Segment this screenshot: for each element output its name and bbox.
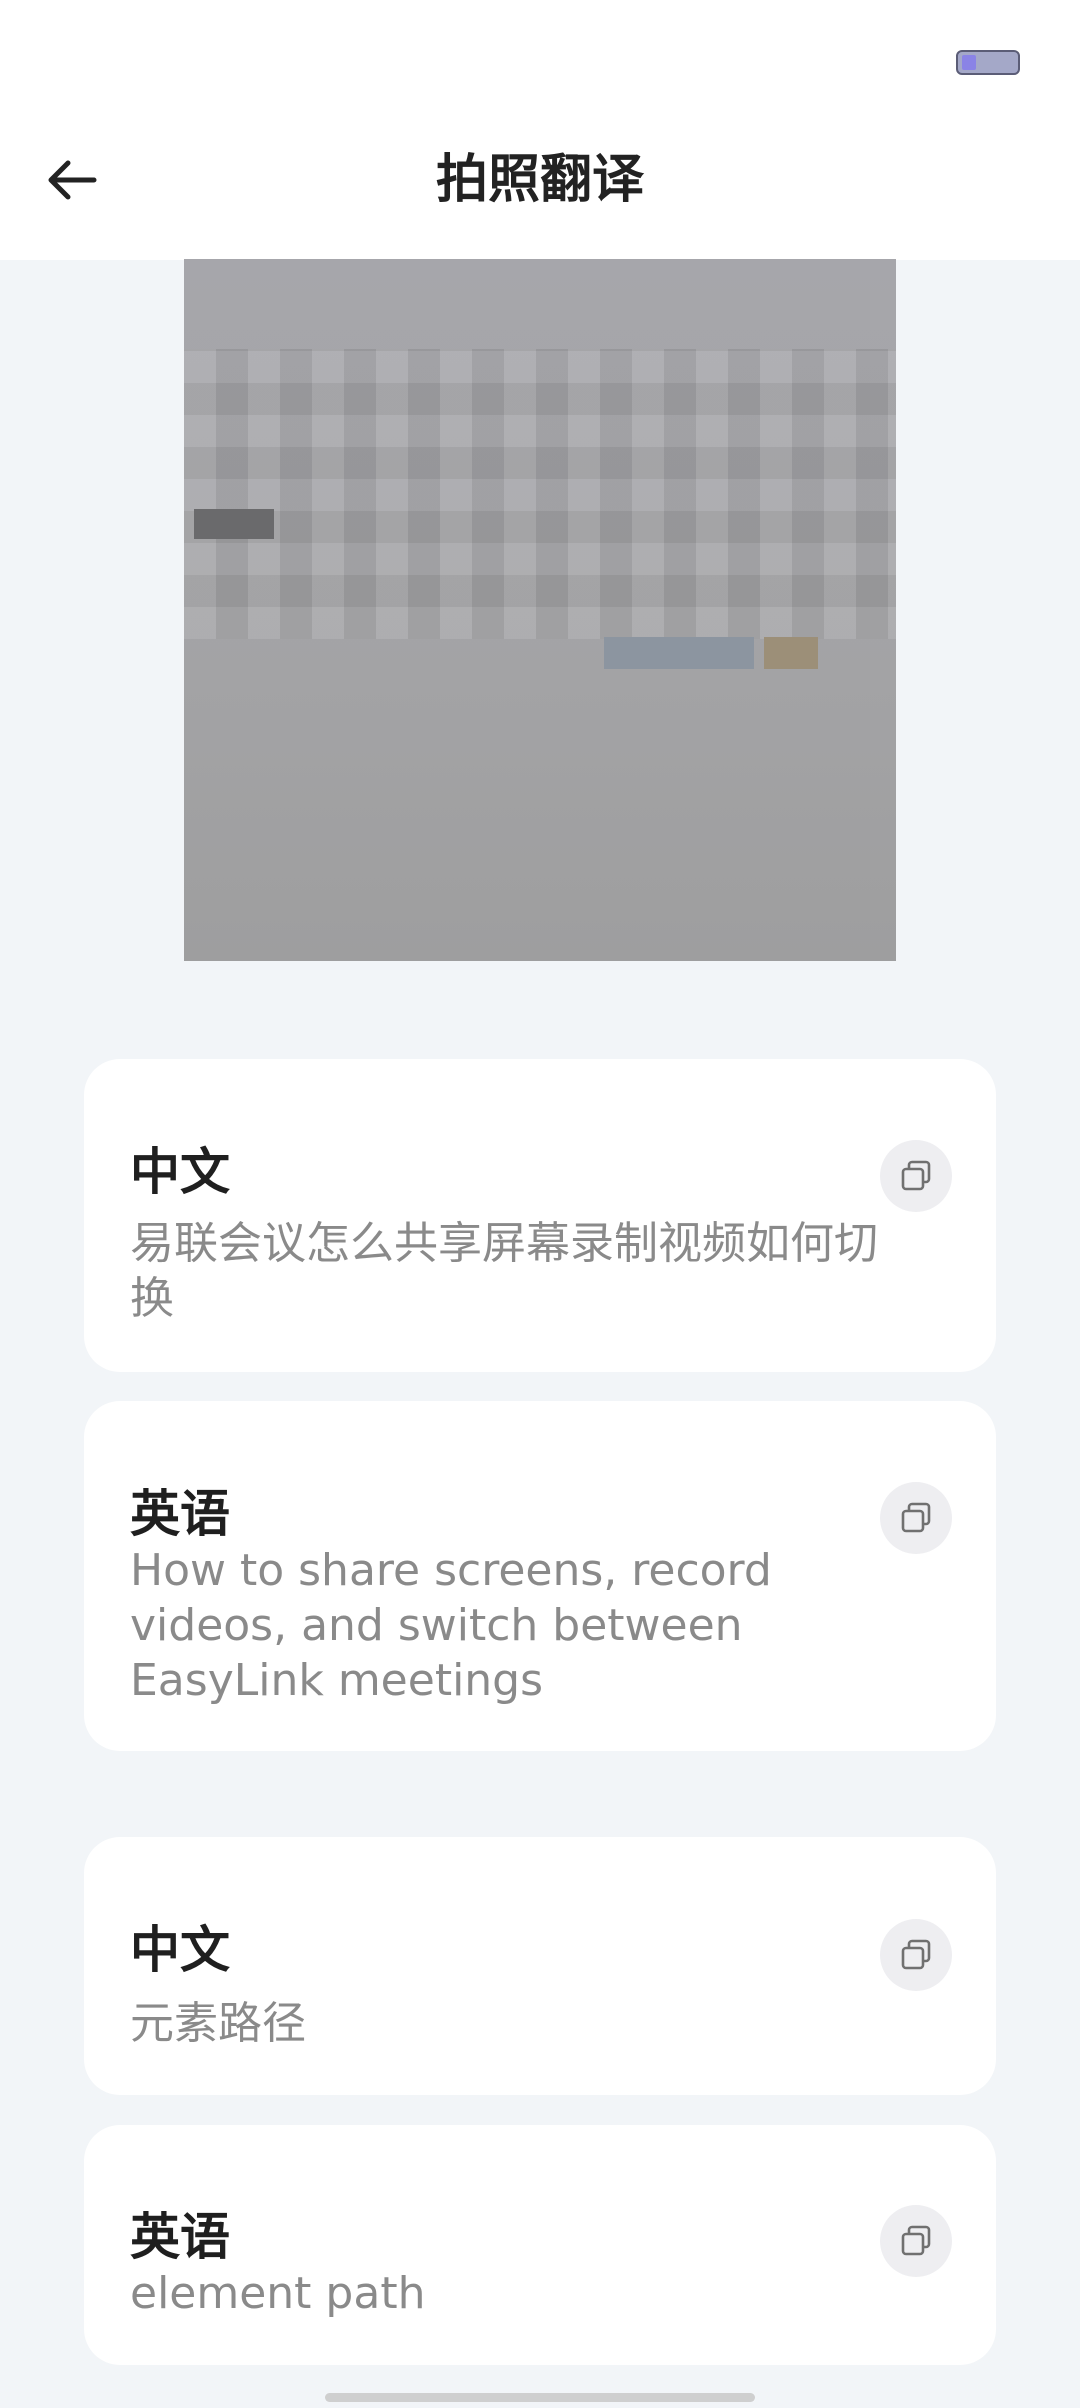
translation-card: 英语 element path bbox=[84, 2125, 996, 2365]
copy-icon bbox=[901, 1502, 931, 1533]
recognized-text: 元素路径 bbox=[130, 1998, 306, 2049]
source-text-card: 中文 元素路径 bbox=[84, 1837, 996, 2095]
copy-button[interactable] bbox=[880, 1482, 952, 1554]
card-language-label: 中文 bbox=[130, 1921, 230, 1979]
translated-text: How to share screens, record videos, and… bbox=[130, 1545, 772, 1706]
copy-button[interactable] bbox=[880, 1919, 952, 1991]
pixelated-region-gold bbox=[764, 637, 818, 669]
copy-icon bbox=[901, 1160, 931, 1191]
translation-card: 英语 How to share screens, record videos, … bbox=[84, 1401, 996, 1751]
recognized-text: 易联会议怎么共享屏幕录制视频如何切换 bbox=[130, 1218, 878, 1324]
copy-button[interactable] bbox=[880, 1140, 952, 1212]
copy-icon bbox=[901, 2225, 931, 2256]
home-indicator[interactable] bbox=[325, 2393, 755, 2402]
battery-level bbox=[962, 55, 976, 70]
pixelated-region-blue bbox=[604, 637, 754, 669]
source-text-card: 中文 易联会议怎么共享屏幕录制视频如何切换 bbox=[84, 1059, 996, 1372]
translated-text: element path bbox=[130, 2268, 426, 2319]
copy-icon bbox=[901, 1939, 931, 1970]
pixelated-region bbox=[184, 349, 896, 639]
card-language-label: 英语 bbox=[130, 2208, 230, 2266]
card-language-label: 中文 bbox=[130, 1143, 230, 1201]
page-title: 拍照翻译 bbox=[435, 150, 644, 210]
pixelated-region-dark bbox=[194, 509, 274, 539]
battery-icon bbox=[956, 50, 1020, 75]
captured-photo bbox=[184, 259, 896, 961]
status-bar bbox=[0, 0, 1080, 130]
card-language-label: 英语 bbox=[130, 1485, 230, 1543]
